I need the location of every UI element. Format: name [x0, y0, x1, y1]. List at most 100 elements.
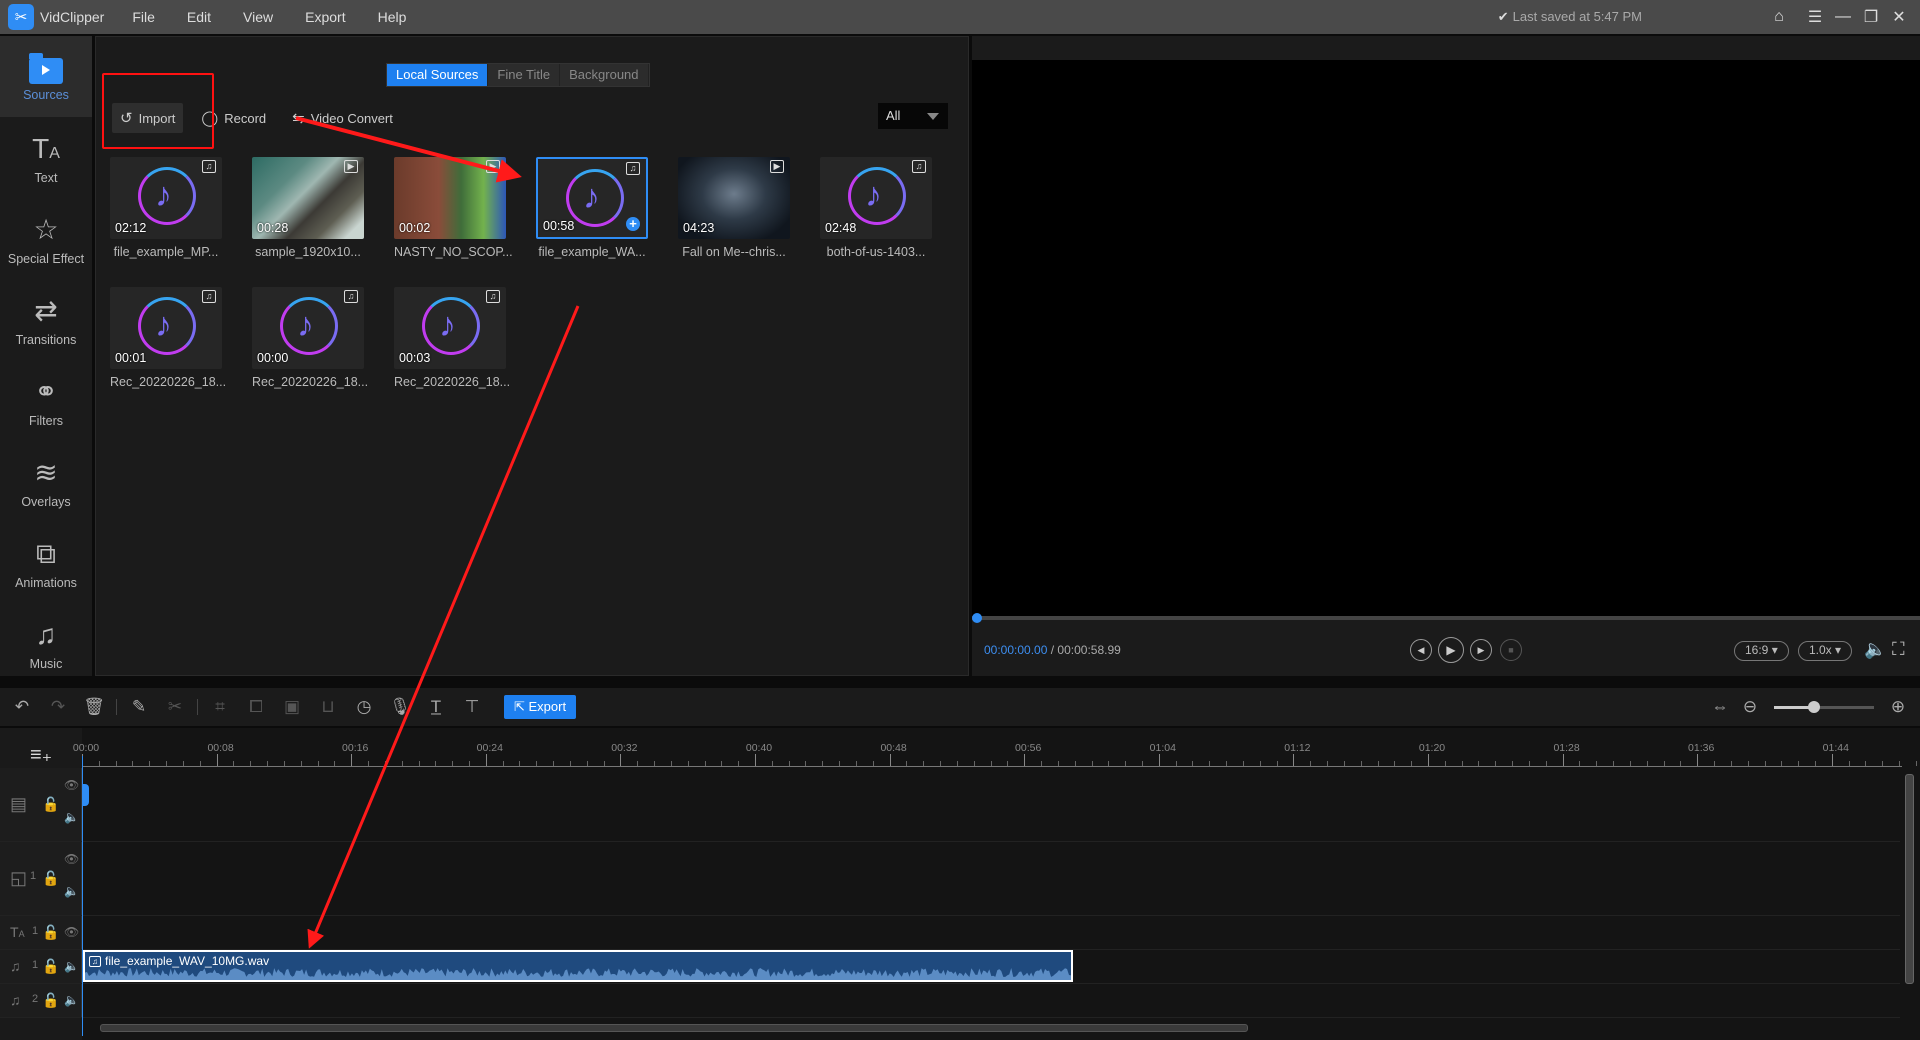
sidebar-item-sources[interactable]: Sources — [0, 36, 92, 117]
media-item[interactable]: ♪ ♫ 00:00 Rec_20220226_18... — [252, 287, 369, 389]
minimize-icon[interactable]: — — [1830, 5, 1856, 29]
sidebar-item-special-effect[interactable]: ☆ Special Effect — [0, 198, 92, 279]
next-frame-button[interactable]: ▶ — [1470, 639, 1492, 661]
horizontal-scrollbar[interactable] — [100, 1024, 1248, 1032]
lock-icon[interactable]: 🔓 — [42, 992, 59, 1009]
fit-timeline-icon[interactable]: ⇔ — [1702, 697, 1738, 717]
menu-help[interactable]: Help — [378, 9, 407, 25]
ruler-tick — [1360, 761, 1362, 766]
media-item[interactable]: ♪ ♫ 02:48 both-of-us-1403... — [820, 157, 932, 259]
track-music-2[interactable]: ♫ 2 🔓 🔈 — [0, 984, 1900, 1018]
microphone-icon[interactable]: 🎙 — [382, 697, 418, 717]
media-item[interactable]: ♪ ♫ 00:01 Rec_20220226_18... — [110, 287, 227, 389]
zoom-in-icon[interactable]: ⊕ — [1886, 697, 1910, 717]
sidebar-item-animations[interactable]: ⧉ Animations — [0, 522, 92, 603]
media-item[interactable]: ▶ 00:02 NASTY_NO_SCOP... — [394, 157, 513, 259]
sidebar-item-text[interactable]: TA Text — [0, 117, 92, 198]
ruler-tick-label: 01:44 — [1822, 742, 1849, 754]
speed-dropdown[interactable]: 1.0x ▾ — [1798, 641, 1853, 661]
speaker-icon[interactable]: 🔈 — [64, 810, 79, 824]
speaker-icon[interactable]: 🔈 — [64, 884, 79, 898]
edit-icon[interactable]: ✎ — [121, 697, 157, 717]
media-item[interactable]: ♪ ♫ 00:03 Rec_20220226_18... — [394, 287, 510, 389]
stop-button[interactable]: ■ — [1500, 639, 1522, 661]
sidebar-item-music[interactable]: ♫ Music — [0, 603, 92, 684]
tab-background[interactable]: Background — [560, 64, 649, 86]
previous-frame-button[interactable]: ◀ — [1410, 639, 1432, 661]
speaker-icon[interactable]: 🔈 — [64, 959, 79, 973]
lock-icon[interactable]: 🔓 — [42, 796, 59, 813]
speaker-icon[interactable]: 🔈 — [64, 993, 79, 1007]
track-video[interactable]: ▤ 🔓 👁 🔈 — [0, 768, 1900, 842]
volume-icon[interactable]: 🔈 — [1864, 639, 1886, 660]
home-icon[interactable]: ⌂ — [1766, 5, 1792, 29]
media-thumbnail: ♪ ♫ 00:00 — [252, 287, 364, 369]
export-button[interactable]: ⇱ Export — [504, 695, 577, 719]
save-status-text: Last saved at 5:47 PM — [1512, 9, 1642, 24]
preview-scrubber[interactable] — [972, 613, 1920, 623]
track-index: 1 — [32, 925, 39, 937]
lock-icon[interactable]: 🔓 — [42, 958, 59, 975]
sidebar-item-overlays[interactable]: ≋ Overlays — [0, 441, 92, 522]
sidebar-item-label: Animations — [15, 575, 77, 590]
audio-note-icon: ♪ — [138, 167, 196, 225]
zoom-slider-handle[interactable] — [1808, 700, 1820, 713]
menu-file[interactable]: File — [132, 9, 155, 25]
track-overlay[interactable]: ◱ 1 🔓 👁 🔈 — [0, 842, 1900, 916]
time-ruler[interactable]: 00:00 00:08 00:16 00:24 00:32 00:40 00:48 00:56… — [73, 728, 1917, 768]
duration-clock-icon[interactable]: ◷ — [346, 697, 382, 717]
sidebar-item-transitions[interactable]: ⇄ Transitions — [0, 279, 92, 360]
text-to-speech-icon[interactable]: T̲ — [418, 697, 454, 717]
maximize-icon[interactable]: ❐ — [1858, 5, 1884, 29]
undo-icon[interactable]: ↶ — [4, 697, 40, 717]
media-filter-dropdown[interactable]: All — [878, 103, 948, 129]
overlay-icon: ◱ — [10, 868, 28, 888]
audio-clip[interactable]: ♫ file_example_WAV_10MG.wav — [83, 950, 1073, 982]
menu-edit[interactable]: Edit — [187, 9, 211, 25]
media-name: Fall on Me--chris... — [682, 245, 786, 259]
vertical-scrollbar[interactable] — [1905, 774, 1914, 984]
close-icon[interactable]: ✕ — [1886, 5, 1912, 29]
redo-icon[interactable]: ↷ — [40, 697, 76, 717]
lock-icon[interactable]: 🔓 — [42, 924, 59, 941]
zoom-slider[interactable] — [1774, 700, 1874, 713]
tab-local-sources[interactable]: Local Sources — [387, 64, 489, 86]
delete-icon[interactable]: 🗑 — [76, 697, 112, 717]
aspect-ratio-dropdown[interactable]: 16:9 ▾ — [1734, 641, 1789, 661]
eye-icon[interactable]: 👁 — [64, 925, 79, 939]
eye-icon[interactable]: 👁 — [64, 852, 79, 866]
lock-icon[interactable]: 🔓 — [42, 870, 59, 887]
speech-to-text-icon[interactable]: ⊤ — [454, 697, 490, 717]
ruler-tick — [822, 761, 824, 766]
media-name: Rec_20220226_18... — [110, 375, 227, 389]
media-item[interactable]: ▶ 04:23 Fall on Me--chris... — [678, 157, 790, 259]
play-button[interactable]: ▶ — [1438, 637, 1464, 663]
add-track-icon[interactable]: ≡₊ — [30, 742, 52, 767]
playhead-handle[interactable] — [82, 784, 89, 806]
media-name: Rec_20220226_18... — [252, 375, 369, 389]
audio-type-icon: ♫ — [912, 160, 926, 173]
menu-icon[interactable]: ☰ — [1802, 5, 1828, 29]
scrubber-handle[interactable] — [972, 613, 982, 623]
menu-view[interactable]: View — [243, 9, 273, 25]
video-convert-button[interactable]: ⇆ Video Convert — [284, 103, 401, 133]
tab-fine-title[interactable]: Fine Title — [488, 64, 561, 86]
zoom-out-icon[interactable]: ⊖ — [1738, 697, 1762, 717]
add-to-timeline-icon[interactable]: + — [626, 217, 640, 231]
split-scissors-icon[interactable]: ✂ — [157, 697, 193, 717]
eye-icon[interactable]: 👁 — [64, 778, 79, 792]
ruler-tick — [755, 754, 756, 766]
resize-icon[interactable]: ⧠ — [238, 697, 274, 717]
media-item[interactable]: ♪ ♫ 02:12 file_example_MP... — [110, 157, 222, 259]
media-item[interactable]: ▶ 00:28 sample_1920x10... — [252, 157, 364, 259]
freeze-frame-icon[interactable]: ⊔ — [310, 697, 346, 717]
menu-export[interactable]: Export — [305, 9, 345, 25]
sidebar-item-filters[interactable]: ⚭ Filters — [0, 360, 92, 441]
track-text[interactable]: TA 1 🔓 👁 — [0, 916, 1900, 950]
media-thumbnail: ▶ 04:23 — [678, 157, 790, 239]
media-item-selected[interactable]: ♪ ♫ 00:58 + file_example_WA... — [536, 157, 648, 259]
fullscreen-icon[interactable]: ⛶ — [1892, 639, 1905, 660]
crop-icon[interactable]: ⌗ — [202, 697, 238, 717]
ruler-tick — [889, 754, 891, 766]
mosaic-icon[interactable]: ▣ — [274, 697, 310, 717]
